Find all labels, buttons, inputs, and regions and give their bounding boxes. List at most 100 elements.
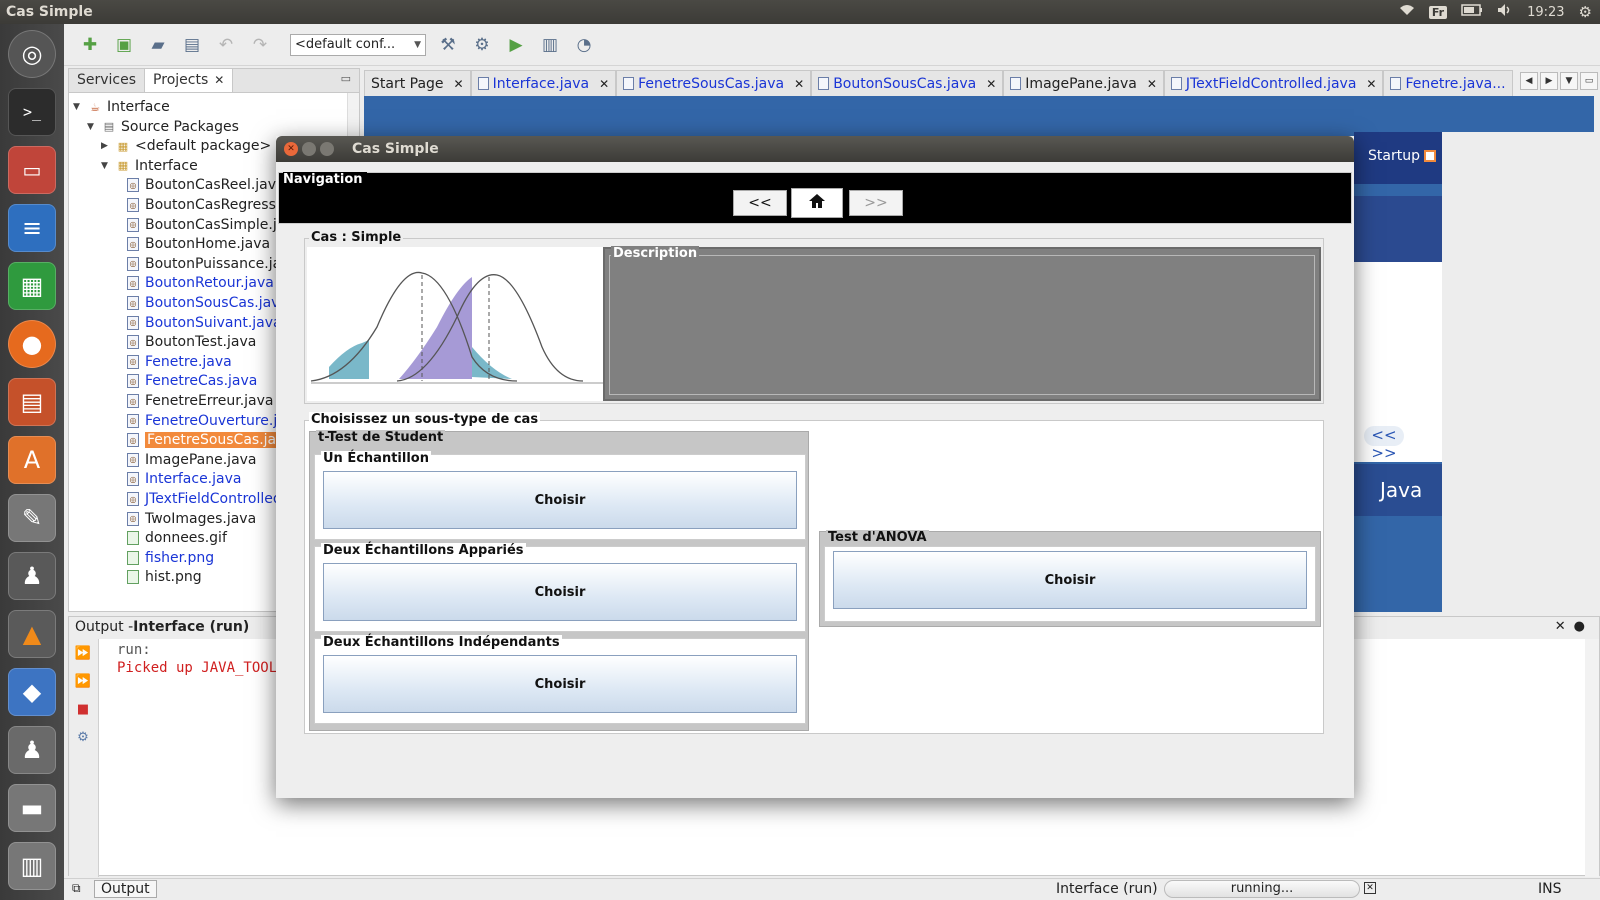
close-icon[interactable]: ✕ <box>794 77 804 91</box>
home-button[interactable] <box>791 188 843 218</box>
firefox-icon[interactable]: ● <box>8 320 56 368</box>
netbeans-duke-icon[interactable]: ♟ <box>8 726 56 774</box>
stop-icon[interactable]: ■ <box>75 701 91 717</box>
profile-icon[interactable]: ◔ <box>572 33 596 57</box>
expand-arrow-icon[interactable]: ▼ <box>101 161 115 171</box>
choisir-button-anova[interactable]: Choisir <box>833 551 1307 609</box>
tree-item[interactable]: fisher.png <box>115 548 214 568</box>
gear-icon[interactable]: ⚙ <box>1579 3 1592 21</box>
choisir-button-independants[interactable]: Choisir <box>323 655 797 713</box>
back-button[interactable]: << <box>733 190 787 216</box>
save-all-icon[interactable]: ▤ <box>180 33 204 57</box>
tree-item[interactable]: ◎ Interface.java <box>115 469 241 489</box>
terminal-icon[interactable]: >_ <box>8 88 56 136</box>
editor-tab[interactable]: JTextFieldControlled.java ✕ <box>1163 70 1384 96</box>
choisir-button-un-echantillon[interactable]: Choisir <box>323 471 797 529</box>
checkbox[interactable] <box>1424 150 1436 162</box>
close-icon[interactable]: ✕ <box>1366 77 1376 91</box>
minimize-icon[interactable] <box>302 142 316 156</box>
tree-item[interactable]: ▼ ☕ Interface <box>73 97 170 117</box>
progress-bar[interactable]: running... <box>1164 880 1360 898</box>
tree-item[interactable]: ◎ TwoImages.java <box>115 509 256 529</box>
keyboard-layout-indicator[interactable]: Fr <box>1428 5 1448 19</box>
tree-item[interactable]: ◎ FenetreErreur.java <box>115 391 273 411</box>
settings-icon[interactable]: ✎ <box>8 494 56 542</box>
tab-projects[interactable]: Projects ✕ <box>145 69 234 92</box>
tab-services[interactable]: Services <box>69 69 146 92</box>
output-scrollbar[interactable] <box>1585 639 1599 877</box>
new-file-icon[interactable]: ✚ <box>78 33 102 57</box>
file-manager-icon[interactable]: ▭ <box>8 146 56 194</box>
clock[interactable]: 19:23 <box>1527 5 1564 20</box>
dialog-titlebar[interactable]: ✕ Cas Simple <box>276 136 1354 162</box>
tree-item[interactable]: ◎ FenetreCas.java <box>115 371 257 391</box>
tree-item[interactable]: ◎ BoutonCasSimple.java <box>115 215 302 235</box>
vlc-icon[interactable]: ▲ <box>8 610 56 658</box>
editor-tab[interactable]: ImagePane.java ✕ <box>1003 70 1164 96</box>
editor-tab[interactable]: BoutonSousCas.java ✕ <box>811 70 1004 96</box>
rerun-icon[interactable]: ⏩ <box>75 645 91 661</box>
configuration-select[interactable]: <default conf... ▼ <box>290 33 426 56</box>
tree-item[interactable]: ▼ ▤ Source Packages <box>87 117 239 137</box>
tree-item[interactable]: ◎ BoutonSuivant.java <box>115 313 282 333</box>
battery-icon[interactable] <box>1461 4 1483 20</box>
java-duke-icon[interactable]: ♟ <box>8 552 56 600</box>
tab-list-dropdown-icon[interactable]: ▼ <box>1560 72 1578 90</box>
run-icon[interactable]: ▶ <box>504 33 528 57</box>
impress-icon[interactable]: ▤ <box>8 378 56 426</box>
choisir-button-apparies[interactable]: Choisir <box>323 563 797 621</box>
tree-item[interactable]: ◎ FenetreSousCas.java <box>115 430 295 450</box>
open-project-icon[interactable]: ▰ <box>146 33 170 57</box>
show-on-startup[interactable]: Startup <box>1354 132 1442 184</box>
tree-item[interactable]: ◎ BoutonRetour.java <box>115 273 274 293</box>
expand-arrow-icon[interactable]: ▼ <box>87 122 101 132</box>
close-icon[interactable]: ✕ <box>214 73 224 87</box>
build-hammer-icon[interactable]: ⚒ <box>436 33 460 57</box>
collapse-arrow-icon[interactable]: ▶ <box>101 141 115 151</box>
undo-icon[interactable]: ↶ <box>214 33 238 57</box>
scroll-tabs-left-icon[interactable]: ◀ <box>1520 72 1538 90</box>
close-icon[interactable]: ✕ <box>599 77 609 91</box>
virtualbox-icon[interactable]: ◆ <box>8 668 56 716</box>
forward-button[interactable]: >> <box>849 190 903 216</box>
writer-icon[interactable]: ≡ <box>8 204 56 252</box>
ubuntu-dash-icon[interactable]: ◎ <box>8 30 56 78</box>
output-tab-button[interactable]: Output <box>94 880 157 898</box>
calc-icon[interactable]: ▦ <box>8 262 56 310</box>
close-icon[interactable]: ✕● <box>1555 619 1593 637</box>
tree-item[interactable]: ▼ ▦ Interface <box>101 156 198 176</box>
drive-icon[interactable]: ▬ <box>8 784 56 832</box>
tree-item[interactable]: ◎ BoutonHome.java <box>115 234 270 254</box>
tree-item[interactable]: hist.png <box>115 567 202 587</box>
tree-item[interactable]: donnees.gif <box>115 528 227 548</box>
editor-tab[interactable]: Start Page ✕ <box>364 70 471 96</box>
scroll-tabs-right-icon[interactable]: ▶ <box>1540 72 1558 90</box>
redo-icon[interactable]: ↷ <box>248 33 272 57</box>
window-icon[interactable]: ⧉ <box>72 881 81 896</box>
trash-icon[interactable]: ▥ <box>8 842 56 890</box>
rerun-with-icon[interactable]: ⏩ <box>75 673 91 689</box>
tree-item[interactable]: ◎ ImagePane.java <box>115 450 257 470</box>
close-icon[interactable]: ✕ <box>284 142 298 156</box>
tree-item[interactable]: ▶ ▦ <default package> <box>101 136 271 156</box>
expand-arrow-icon[interactable]: ▼ <box>73 102 87 112</box>
tree-item[interactable]: ◎ BoutonCasReel.java <box>115 175 285 195</box>
minimize-icon[interactable]: ▭ <box>333 69 359 92</box>
editor-tab[interactable]: FenetreSousCas.java ✕ <box>616 70 812 96</box>
close-icon[interactable]: ✕ <box>454 77 464 91</box>
editor-tab[interactable]: Interface.java ✕ <box>470 70 617 96</box>
clean-build-icon[interactable]: ⚙ <box>470 33 494 57</box>
maximize-icon[interactable] <box>320 142 334 156</box>
close-icon[interactable]: ✕ <box>986 77 996 91</box>
tree-item[interactable]: ◎ FenetreOuverture.java <box>115 411 303 431</box>
tree-item[interactable]: ◎ Fenetre.java <box>115 352 232 372</box>
tree-item[interactable]: ◎ BoutonTest.java <box>115 332 256 352</box>
wifi-icon[interactable] <box>1399 4 1415 20</box>
settings-icon[interactable]: ⚙ <box>75 729 91 745</box>
cancel-icon[interactable]: ✕ <box>1364 882 1376 894</box>
volume-icon[interactable] <box>1497 3 1513 21</box>
start-page-more-link[interactable]: << >> <box>1364 426 1404 462</box>
tree-item[interactable]: ◎ BoutonSousCas.java <box>115 293 288 313</box>
editor-tab[interactable]: Fenetre.java... <box>1383 70 1513 96</box>
tree-item[interactable]: ◎ BoutonPuissance.java <box>115 254 298 274</box>
